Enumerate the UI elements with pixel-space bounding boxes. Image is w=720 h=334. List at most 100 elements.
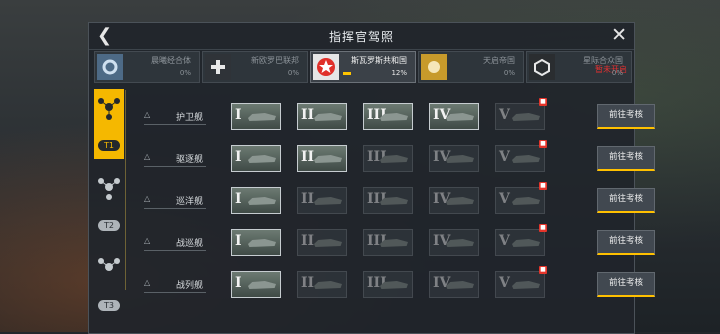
ship-row: △ 驱逐舰 I II III IV V ■ 前往考核 [144, 140, 655, 174]
go-assessment-button[interactable]: 前往考核 [597, 188, 655, 213]
tier-numeral: I [235, 149, 242, 165]
license-panel: ❮ 指挥官驾照 ✕ 晨曦经合体 0% 新欧罗巴联邦 0% 斯瓦罗斯共和国 12%… [88, 22, 655, 334]
lock-icon: ■ [539, 98, 547, 106]
ship-row: △ 护卫舰 I II III IV V ■ 前往考核 [144, 98, 655, 132]
lock-icon: ■ [539, 140, 547, 148]
license-slot[interactable]: II [297, 229, 347, 256]
triangle-icon: △ [144, 110, 151, 119]
faction-tabs: 晨曦经合体 0% 新欧罗巴联邦 0% 斯瓦罗斯共和国 12% 天启帝国 0% 星… [94, 51, 632, 83]
molecule-icon [98, 258, 120, 271]
tier-t3[interactable]: T3 [94, 249, 124, 319]
tab-faction-3[interactable]: 天启帝国 0% [418, 51, 524, 83]
tier-numeral: V [499, 191, 510, 207]
ship-icon [248, 197, 276, 205]
go-assessment-button[interactable]: 前往考核 [597, 104, 655, 129]
tier-numeral: I [235, 233, 242, 249]
ship-class-name: 护卫舰 [176, 113, 204, 123]
row-divider [144, 292, 206, 293]
tier-sidebar: T1 T2 T3 [94, 89, 124, 325]
license-slot[interactable]: I [231, 187, 281, 214]
page-title: 指挥官驾照 [328, 30, 394, 44]
molecule-icon [98, 178, 120, 200]
tab-faction-2[interactable]: 斯瓦罗斯共和国 12% [310, 51, 416, 83]
tier-label: T3 [98, 300, 120, 311]
license-slot[interactable]: III [363, 145, 413, 172]
tab-name: 天启帝国 [483, 56, 515, 65]
tier-label: T2 [98, 220, 120, 231]
lock-icon: ■ [539, 266, 547, 274]
tier-label: T1 [98, 140, 120, 151]
go-assessment-button[interactable]: 前往考核 [597, 272, 655, 297]
ship-icon [512, 155, 540, 163]
license-slot[interactable]: V [495, 145, 545, 172]
ship-icon [248, 281, 276, 289]
license-slot[interactable]: III [363, 229, 413, 256]
license-slot[interactable]: IV [429, 271, 479, 298]
ring-icon [97, 54, 123, 80]
triangle-icon: △ [144, 152, 151, 161]
license-slot[interactable]: V [495, 271, 545, 298]
cross-icon [205, 54, 231, 80]
ship-icon [512, 197, 540, 205]
tab-percent: 0% [611, 69, 623, 77]
license-slot[interactable]: IV [429, 145, 479, 172]
tab-faction-0[interactable]: 晨曦经合体 0% [94, 51, 200, 83]
license-slot[interactable]: IV [429, 229, 479, 256]
tree-connector [125, 90, 146, 290]
ship-icon [314, 239, 342, 247]
row-divider [144, 166, 206, 167]
ship-icon [248, 113, 276, 121]
license-slot[interactable]: III [363, 271, 413, 298]
tier-numeral: V [499, 233, 510, 249]
tier-numeral: V [499, 107, 510, 123]
lock-icon: ■ [539, 224, 547, 232]
license-slot[interactable]: I [231, 271, 281, 298]
row-divider [144, 124, 206, 125]
tier-t2[interactable]: T2 [94, 169, 124, 239]
tier-t1[interactable]: T1 [94, 89, 124, 159]
license-slot[interactable]: IV [429, 187, 479, 214]
ship-class-name: 战列舰 [176, 281, 204, 291]
license-slot[interactable]: II [297, 145, 347, 172]
tab-faction-1[interactable]: 新欧罗巴联邦 0% [202, 51, 308, 83]
cube-icon [529, 54, 555, 80]
license-slot[interactable]: V [495, 103, 545, 130]
ship-icon [314, 113, 342, 121]
ship-class-name: 巡洋舰 [176, 197, 204, 207]
ship-row: △ 战列舰 I II III IV V ■ 前往考核 [144, 266, 655, 300]
go-assessment-button[interactable]: 前往考核 [597, 230, 655, 255]
ship-icon [248, 239, 276, 247]
ship-icon [248, 155, 276, 163]
molecule-icon [98, 98, 120, 120]
tab-percent: 0% [503, 69, 515, 77]
license-slot[interactable]: II [297, 187, 347, 214]
license-slot[interactable]: III [363, 187, 413, 214]
row-divider [144, 208, 206, 209]
license-slot[interactable]: I [231, 145, 281, 172]
license-slot[interactable]: II [297, 103, 347, 130]
license-slot[interactable]: I [231, 229, 281, 256]
ship-class-name: 驱逐舰 [176, 155, 204, 165]
tier-numeral: II [301, 191, 315, 207]
tier-numeral: V [499, 275, 510, 291]
ship-icon [512, 113, 540, 121]
license-slot[interactable]: III [363, 103, 413, 130]
ship-row: △ 战巡舰 I II III IV V ■ 前往考核 [144, 224, 655, 258]
license-slot[interactable]: I [231, 103, 281, 130]
go-assessment-button[interactable]: 前往考核 [597, 146, 655, 171]
tier-numeral: I [235, 275, 242, 291]
circle-icon [421, 54, 447, 80]
tier-numeral: II [301, 233, 315, 249]
license-slot[interactable]: IV [429, 103, 479, 130]
tab-name: 斯瓦罗斯共和国 [351, 56, 407, 65]
title-bar: ❮ 指挥官驾照 ✕ [89, 23, 634, 50]
license-slot[interactable]: V [495, 187, 545, 214]
ship-row: △ 巡洋舰 I II III IV V ■ 前往考核 [144, 182, 655, 216]
tier-numeral: II [301, 275, 315, 291]
close-icon[interactable]: ✕ [611, 24, 627, 46]
tier-numeral: II [301, 149, 315, 165]
license-slot[interactable]: II [297, 271, 347, 298]
license-slot[interactable]: V [495, 229, 545, 256]
tab-faction-4[interactable]: 星际合众国 暂未开启 0% [526, 51, 632, 83]
tab-name: 新欧罗巴联邦 [251, 56, 299, 65]
